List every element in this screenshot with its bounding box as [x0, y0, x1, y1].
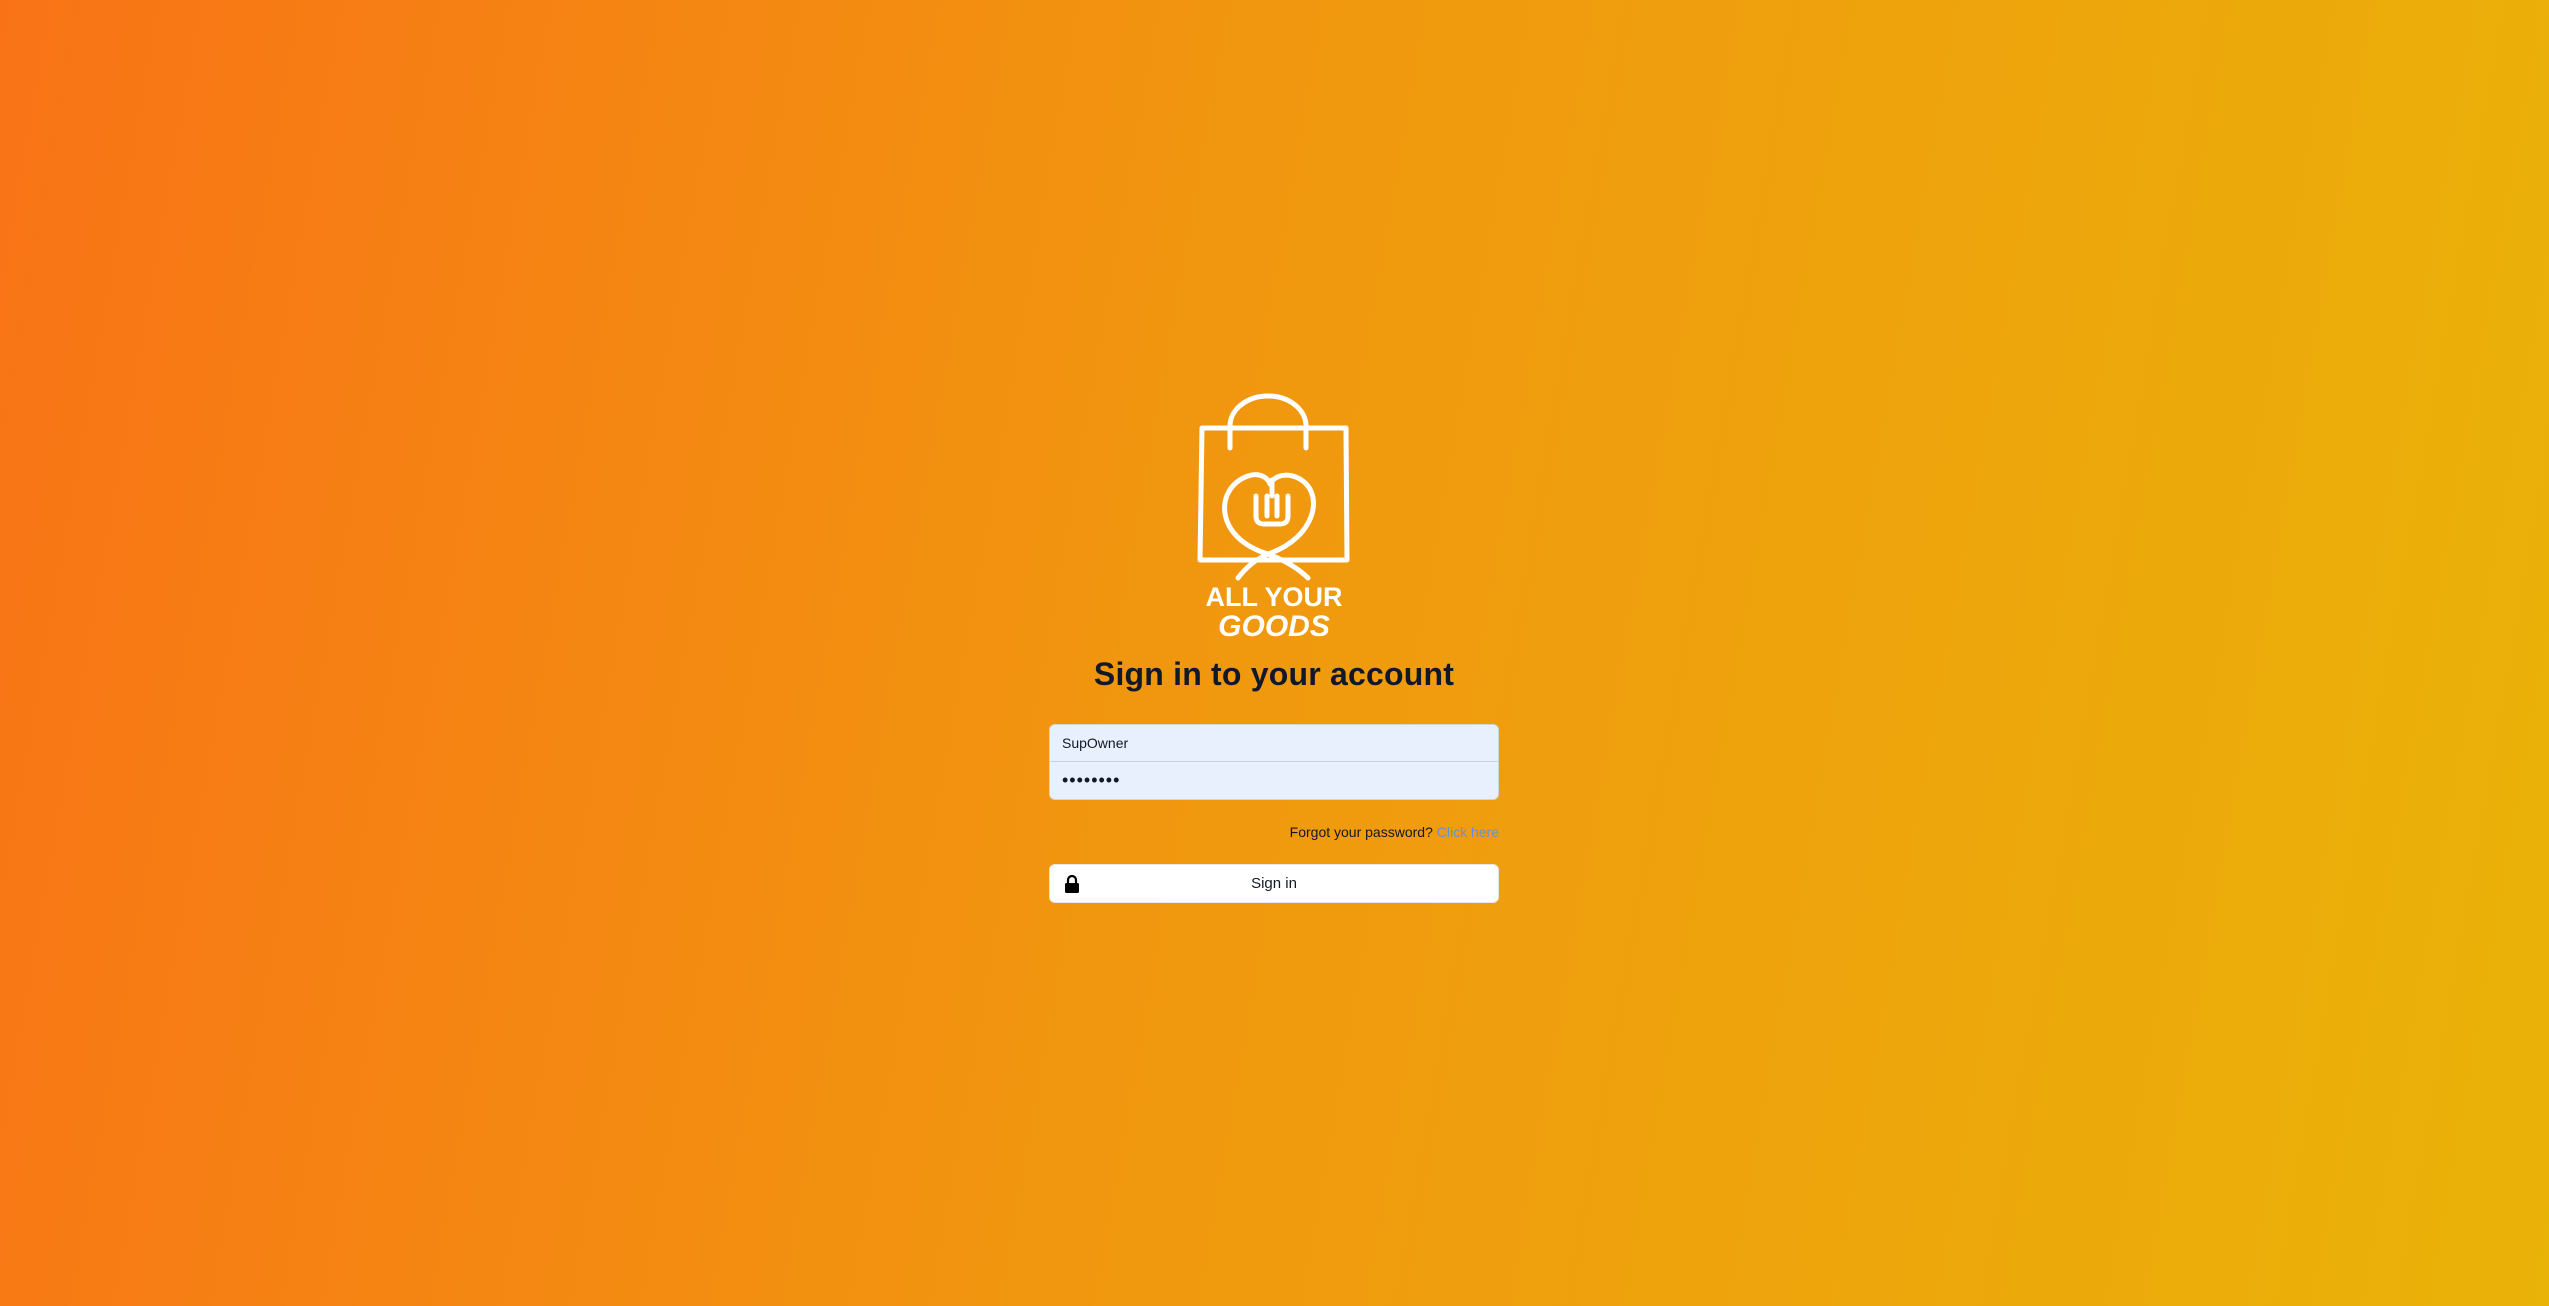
username-input[interactable]: [1050, 725, 1498, 762]
all-your-goods-logo: ALL YOUR GOODS: [1194, 388, 1354, 648]
forgot-password-text: Forgot your password?: [1289, 824, 1433, 840]
page-title: Sign in to your account: [1093, 656, 1455, 692]
password-input[interactable]: [1050, 762, 1498, 799]
credentials-form: [1049, 724, 1499, 800]
forgot-password-row: Forgot your password? Click here: [1049, 824, 1499, 840]
forgot-password-link[interactable]: Click here: [1437, 824, 1499, 840]
sign-in-label: Sign in: [1251, 875, 1297, 892]
lock-icon: [1065, 874, 1079, 893]
login-panel: ALL YOUR GOODS Sign in to your account F…: [1049, 388, 1499, 903]
logo-text-line1: ALL YOUR: [1205, 582, 1342, 612]
logo-text-line2: GOODS: [1218, 610, 1330, 643]
shopping-bag-logo-icon: ALL YOUR GOODS: [1197, 393, 1350, 643]
sign-in-button[interactable]: Sign in: [1049, 864, 1499, 903]
